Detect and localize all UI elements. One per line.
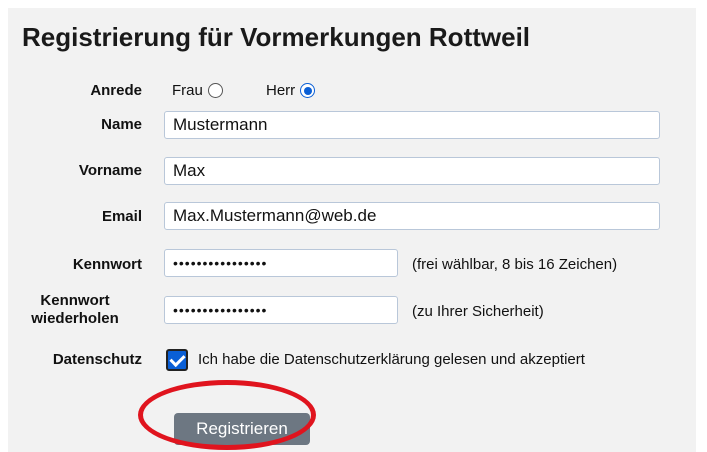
name-field[interactable]	[164, 111, 660, 139]
password-field[interactable]	[164, 249, 398, 277]
password-hint: (frei wählbar, 8 bis 16 Zeichen)	[412, 256, 618, 273]
radio-option-frau[interactable]: Frau	[172, 82, 223, 99]
register-button[interactable]: Registrieren	[174, 413, 310, 445]
email-field[interactable]	[164, 202, 660, 230]
privacy-checkbox[interactable]	[166, 349, 188, 371]
radio-label-frau: Frau	[172, 82, 203, 99]
email-label: Email	[101, 208, 142, 225]
salutation-label: Anrede	[90, 82, 142, 99]
firstname-label: Vorname	[78, 162, 142, 179]
password-repeat-hint: (zu Ihrer Sicherheit)	[412, 303, 544, 320]
password-repeat-label: Kennwort wiederholen	[10, 292, 140, 328]
privacy-label: Datenschutz	[52, 351, 142, 368]
password-label: Kennwort	[72, 256, 142, 273]
radio-label-herr: Herr	[266, 82, 296, 99]
name-label: Name	[101, 116, 142, 133]
password-repeat-field[interactable]	[164, 296, 398, 324]
firstname-field[interactable]	[164, 157, 660, 185]
privacy-checkbox-text: Ich habe die Datenschutzerklärung gelese…	[198, 351, 585, 368]
radio-frau[interactable]	[207, 83, 223, 98]
radio-herr[interactable]	[300, 83, 316, 98]
registration-panel: Registrierung für Vormerkungen Rottweil …	[8, 8, 696, 452]
password-repeat-label-line1: Kennwort	[40, 292, 110, 309]
radio-option-herr[interactable]: Herr	[266, 82, 316, 99]
page-title: Registrierung für Vormerkungen Rottweil	[22, 22, 531, 52]
password-repeat-label-line2: wiederholen	[31, 310, 119, 327]
